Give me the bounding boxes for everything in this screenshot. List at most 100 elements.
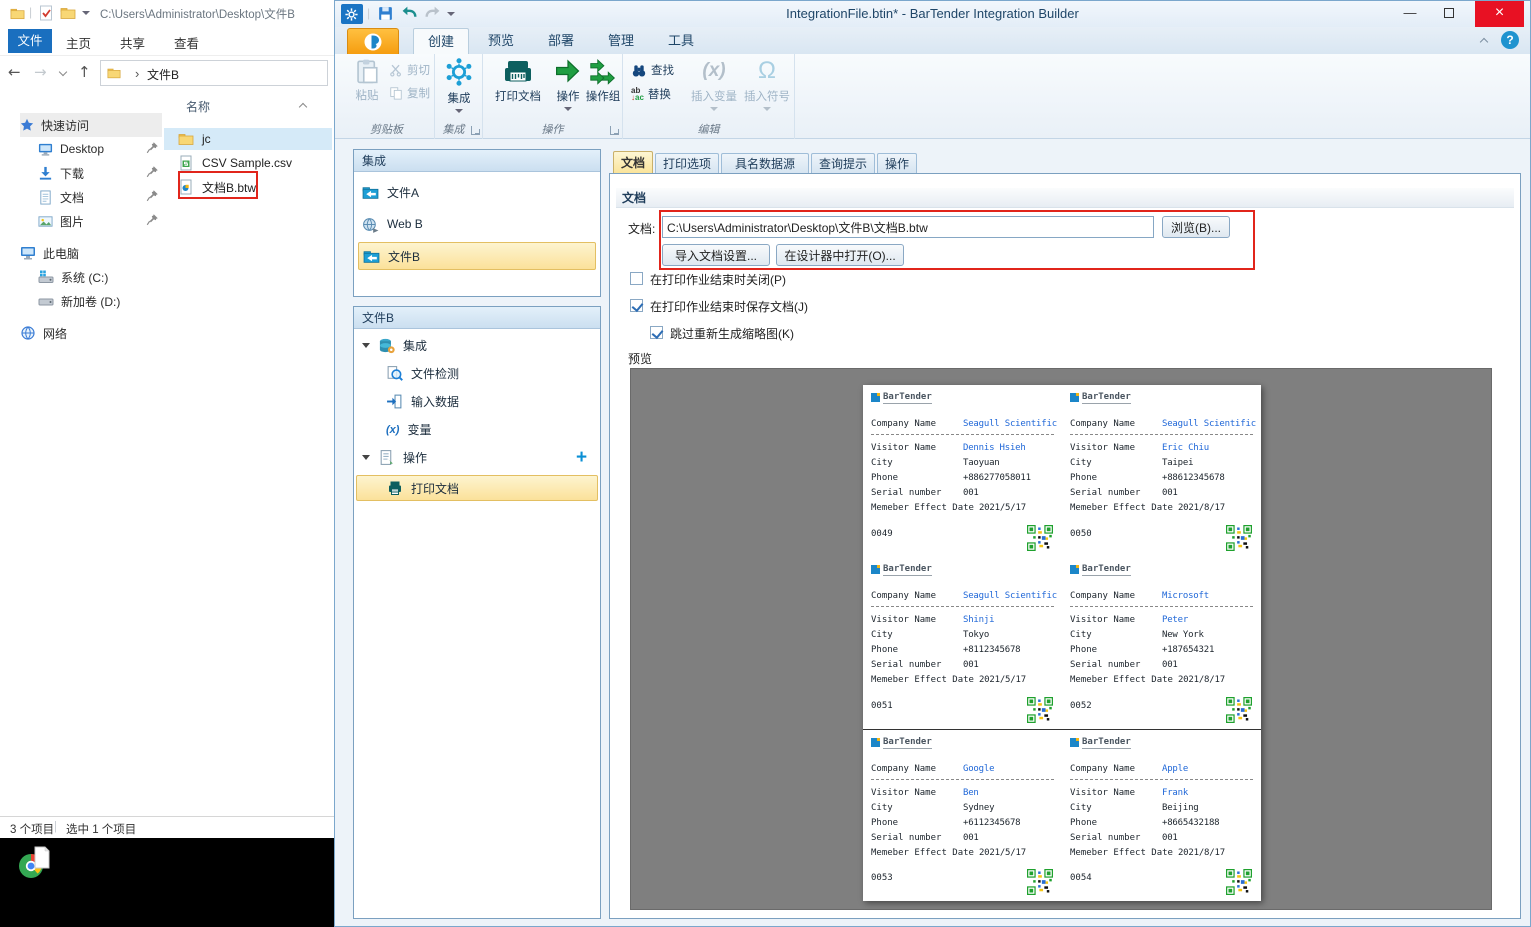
doctab-query-prompts[interactable]: 查询提示 <box>811 153 875 174</box>
serial-value: 001 <box>963 833 979 843</box>
folder-icon[interactable] <box>60 5 76 21</box>
doctab-document[interactable]: 文档 <box>613 151 653 174</box>
tree-node-actions[interactable]: 操作 <box>362 449 427 466</box>
sidebar-item-downloads[interactable]: 下载 <box>38 161 84 185</box>
up-button[interactable]: ↑ <box>78 63 91 81</box>
integration-hub-icon <box>445 57 473 87</box>
integration-item-web-b[interactable]: Web B <box>358 210 596 238</box>
visitor-value: Ben <box>963 788 979 798</box>
integration-tree-panel: 文件B 集成 文件检测 输入数据 (x) 变量 操作 + 打印文档 <box>353 306 601 919</box>
serial-value: 001 <box>1162 660 1178 670</box>
city-value: Beijing <box>1162 803 1199 813</box>
tree-node-integration[interactable]: 集成 <box>362 337 427 354</box>
quick-access-check-icon[interactable] <box>38 5 54 21</box>
sidebar-item-network[interactable]: 网络 <box>20 321 67 345</box>
google-chrome-icon[interactable] <box>16 842 54 880</box>
checkbox-close-after-print[interactable] <box>630 272 643 285</box>
copy-button[interactable]: 复制 <box>389 85 430 101</box>
company-value: Apple <box>1162 764 1189 774</box>
back-button[interactable]: ← <box>8 63 21 81</box>
integration-button[interactable]: 集成 <box>439 57 479 117</box>
integration-item-file-a[interactable]: 文件A <box>358 178 596 206</box>
sidebar-item-pictures[interactable]: 图片 <box>38 209 84 233</box>
tree-node-variables[interactable]: (x) 变量 <box>386 421 431 438</box>
tab-deploy[interactable]: 部署 <box>533 28 589 54</box>
group-label: 操作 <box>541 124 564 136</box>
minimize-button[interactable]: — <box>1393 1 1427 27</box>
paste-button[interactable]: 粘贴 <box>347 58 387 103</box>
integration-dialog-launcher[interactable] <box>471 126 480 135</box>
help-button[interactable]: ? <box>1501 31 1519 49</box>
action-button[interactable]: 操作 <box>551 57 585 115</box>
integration-item-file-b[interactable]: 文件B <box>358 242 596 270</box>
sidebar-item-system-c[interactable]: 系统 (C:) <box>38 265 108 289</box>
insert-symbol-button[interactable]: Ω 插入符号 <box>743 57 791 115</box>
csv-file-icon <box>180 155 192 171</box>
menu-file[interactable]: 文件 <box>8 29 52 53</box>
insert-variable-button[interactable]: (x) 插入变量 <box>687 57 741 115</box>
tree-node-input-data[interactable]: 输入数据 <box>386 393 459 410</box>
file-name: jc <box>202 132 211 146</box>
browse-button[interactable]: 浏览(B)... <box>1162 216 1230 238</box>
brand-text: BarTender <box>883 564 932 576</box>
column-header-name[interactable]: 名称 <box>186 98 210 115</box>
file-row-jc[interactable]: jc <box>164 128 332 150</box>
omega-icon: Ω <box>758 57 776 84</box>
dropdown-icon <box>763 107 771 115</box>
phone-value: +6112345678 <box>963 818 1021 828</box>
checkbox-skip-thumbnail[interactable] <box>650 326 663 339</box>
forward-button[interactable]: → <box>34 63 47 81</box>
breadcrumb[interactable]: 文件B <box>147 66 179 83</box>
close-button[interactable]: × <box>1475 1 1524 27</box>
sidebar-item-desktop[interactable]: Desktop <box>38 137 104 161</box>
tab-preview[interactable]: 预览 <box>473 28 529 54</box>
tree-node-file-detection[interactable]: 文件检测 <box>386 365 459 382</box>
print-document-button[interactable]: 打印文档 <box>487 57 549 104</box>
sidebar-item-this-pc[interactable]: 此电脑 <box>20 241 79 265</box>
visitor-value: Frank <box>1162 788 1189 798</box>
checkbox-save-after-print[interactable] <box>630 299 643 312</box>
tree-node-print-document[interactable]: 打印文档 <box>356 475 598 501</box>
menu-view[interactable]: 查看 <box>174 33 199 52</box>
file-row-csv[interactable]: CSV Sample.csv <box>164 152 332 174</box>
replace-button[interactable]: ab ↓ac 替换 <box>631 86 671 102</box>
file-row-btw[interactable]: 文档B.btw <box>164 176 332 198</box>
folder-icon <box>10 8 25 20</box>
find-button[interactable]: 查找 <box>631 62 674 78</box>
tab-tools[interactable]: 工具 <box>653 28 709 54</box>
address-input[interactable]: › 文件B <box>100 60 328 86</box>
sidebar-item-new-volume-d[interactable]: 新加卷 (D:) <box>38 289 120 313</box>
import-document-settings-button[interactable]: 导入文档设置... <box>662 244 770 266</box>
menu-share[interactable]: 共享 <box>120 33 145 52</box>
divider <box>1070 434 1253 435</box>
menu-home[interactable]: 主页 <box>66 33 91 52</box>
tab-create[interactable]: 创建 <box>413 28 469 54</box>
action-group-button[interactable]: 操作组 <box>585 57 621 104</box>
add-action-button[interactable]: + <box>576 447 587 469</box>
sort-ascending-icon[interactable] <box>298 102 308 112</box>
toolbar-dropdown-icon[interactable] <box>82 11 90 19</box>
document-tab-content: 文档 文档: 浏览(B)... 导入文档设置... 在设计器中打开(O)... … <box>609 173 1521 919</box>
cut-button[interactable]: 剪切 <box>389 62 430 78</box>
open-in-designer-button[interactable]: 在设计器中打开(O)... <box>776 244 904 266</box>
expand-icon[interactable] <box>362 343 370 352</box>
doctab-named-data-sources[interactable]: 具名数据源 <box>721 153 809 174</box>
label-card-2: BarTender Company Name Seagull Scientific… <box>1062 385 1261 557</box>
label-card-1: BarTender Company Name Seagull Scientific… <box>863 385 1062 557</box>
printer-icon <box>504 60 532 82</box>
doctab-actions[interactable]: 操作 <box>877 153 917 174</box>
document-path-input[interactable] <box>662 216 1154 238</box>
bartender-logo-tab[interactable] <box>347 28 399 54</box>
recent-locations-dropdown-icon[interactable] <box>58 67 68 77</box>
collapse-ribbon-icon[interactable] <box>1479 37 1489 47</box>
tab-manage[interactable]: 管理 <box>593 28 649 54</box>
bartender-logo-icon <box>871 565 880 574</box>
actions-dialog-launcher[interactable] <box>610 126 619 135</box>
city-value: Taoyuan <box>963 458 1000 468</box>
expand-icon[interactable] <box>362 455 370 464</box>
maximize-button[interactable] <box>1431 1 1467 27</box>
doctab-print-options[interactable]: 打印选项 <box>655 153 719 174</box>
bartender-logo-icon <box>1070 565 1079 574</box>
sidebar-item-quick-access[interactable]: 快速访问 <box>20 113 162 137</box>
sidebar-item-documents[interactable]: 文档 <box>38 185 84 209</box>
